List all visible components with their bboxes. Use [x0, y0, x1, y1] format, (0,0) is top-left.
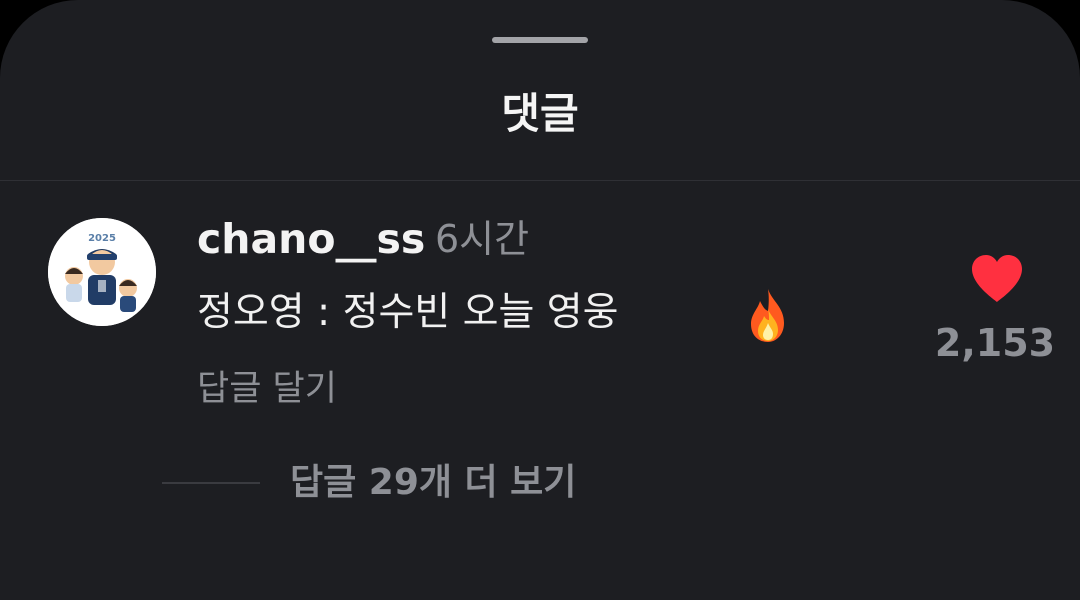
header-divider	[0, 180, 1080, 181]
sheet-title: 댓글	[501, 89, 579, 138]
avatar-illustration: 2025	[48, 218, 156, 326]
view-more-replies-button[interactable]: 답글 29개 더 보기	[290, 456, 576, 510]
reply-button[interactable]: 답글 달기	[197, 363, 337, 415]
heart-icon[interactable]	[968, 252, 1026, 306]
comment-text: 정오영 : 정수빈 오늘 영웅	[197, 290, 619, 335]
avatar-badge-text: 2025	[88, 233, 116, 244]
replies-thread-line	[162, 482, 260, 484]
like-count: 2,153	[934, 321, 1056, 365]
comment-username[interactable]: chano__ss	[197, 212, 425, 266]
avatar[interactable]: 2025	[48, 218, 156, 326]
drag-handle[interactable]	[492, 37, 588, 43]
comment-timestamp: 6시간	[435, 217, 530, 261]
fire-emoji-icon	[751, 289, 784, 342]
comments-sheet: 댓글 2025 chano__ss 6시간 정오영 : 정수빈 오늘 영웅 답글…	[0, 0, 1080, 600]
